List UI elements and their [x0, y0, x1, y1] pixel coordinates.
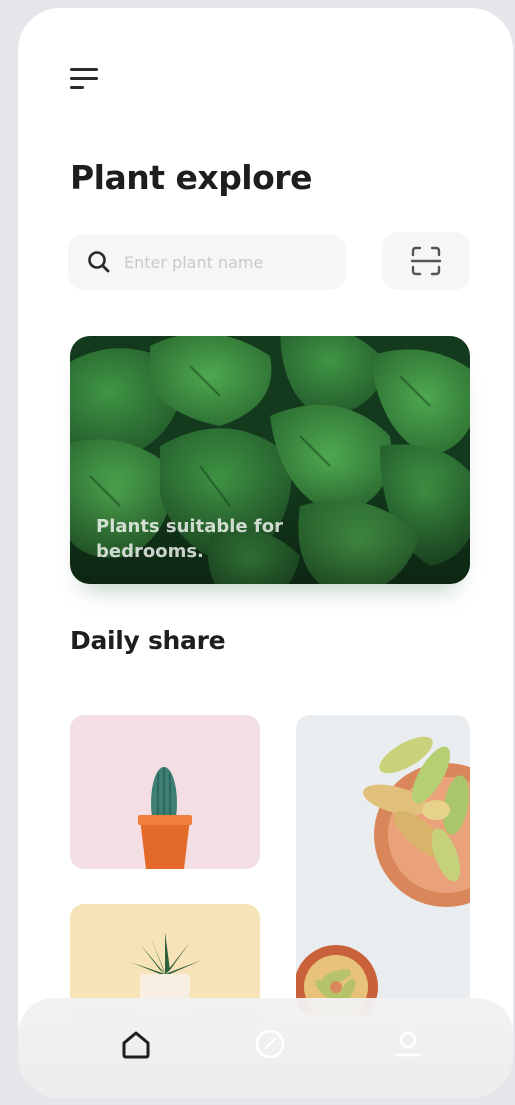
nav-profile-button[interactable]	[386, 1022, 430, 1066]
compass-icon	[255, 1029, 285, 1059]
scan-button[interactable]	[382, 232, 470, 290]
section-title-daily-share: Daily share	[70, 626, 226, 655]
profile-icon	[395, 1031, 421, 1057]
menu-button[interactable]	[68, 66, 104, 102]
scan-icon	[410, 246, 442, 276]
nav-explore-button[interactable]	[248, 1022, 292, 1066]
search-bar[interactable]	[68, 234, 346, 290]
page-title: Plant explore	[70, 158, 312, 197]
hamburger-menu-icon	[70, 68, 98, 71]
featured-card-caption: Plants suitable for bedrooms.	[96, 516, 283, 562]
bottom-navigation	[18, 998, 513, 1098]
search-icon	[88, 251, 110, 273]
menu-line	[70, 86, 84, 89]
cactus-image	[138, 767, 192, 869]
home-icon	[122, 1031, 150, 1059]
featured-plant-card[interactable]: Plants suitable for bedrooms.	[70, 336, 470, 584]
menu-line	[70, 77, 98, 80]
succulent-image	[296, 736, 470, 1015]
app-screen: Plant explore Enter plant name Plants su…	[18, 8, 513, 1098]
search-input[interactable]	[122, 251, 336, 273]
daily-share-card-cactus[interactable]	[70, 715, 260, 869]
daily-share-card-succulent[interactable]	[296, 715, 470, 1015]
nav-home-button[interactable]	[114, 1022, 158, 1066]
